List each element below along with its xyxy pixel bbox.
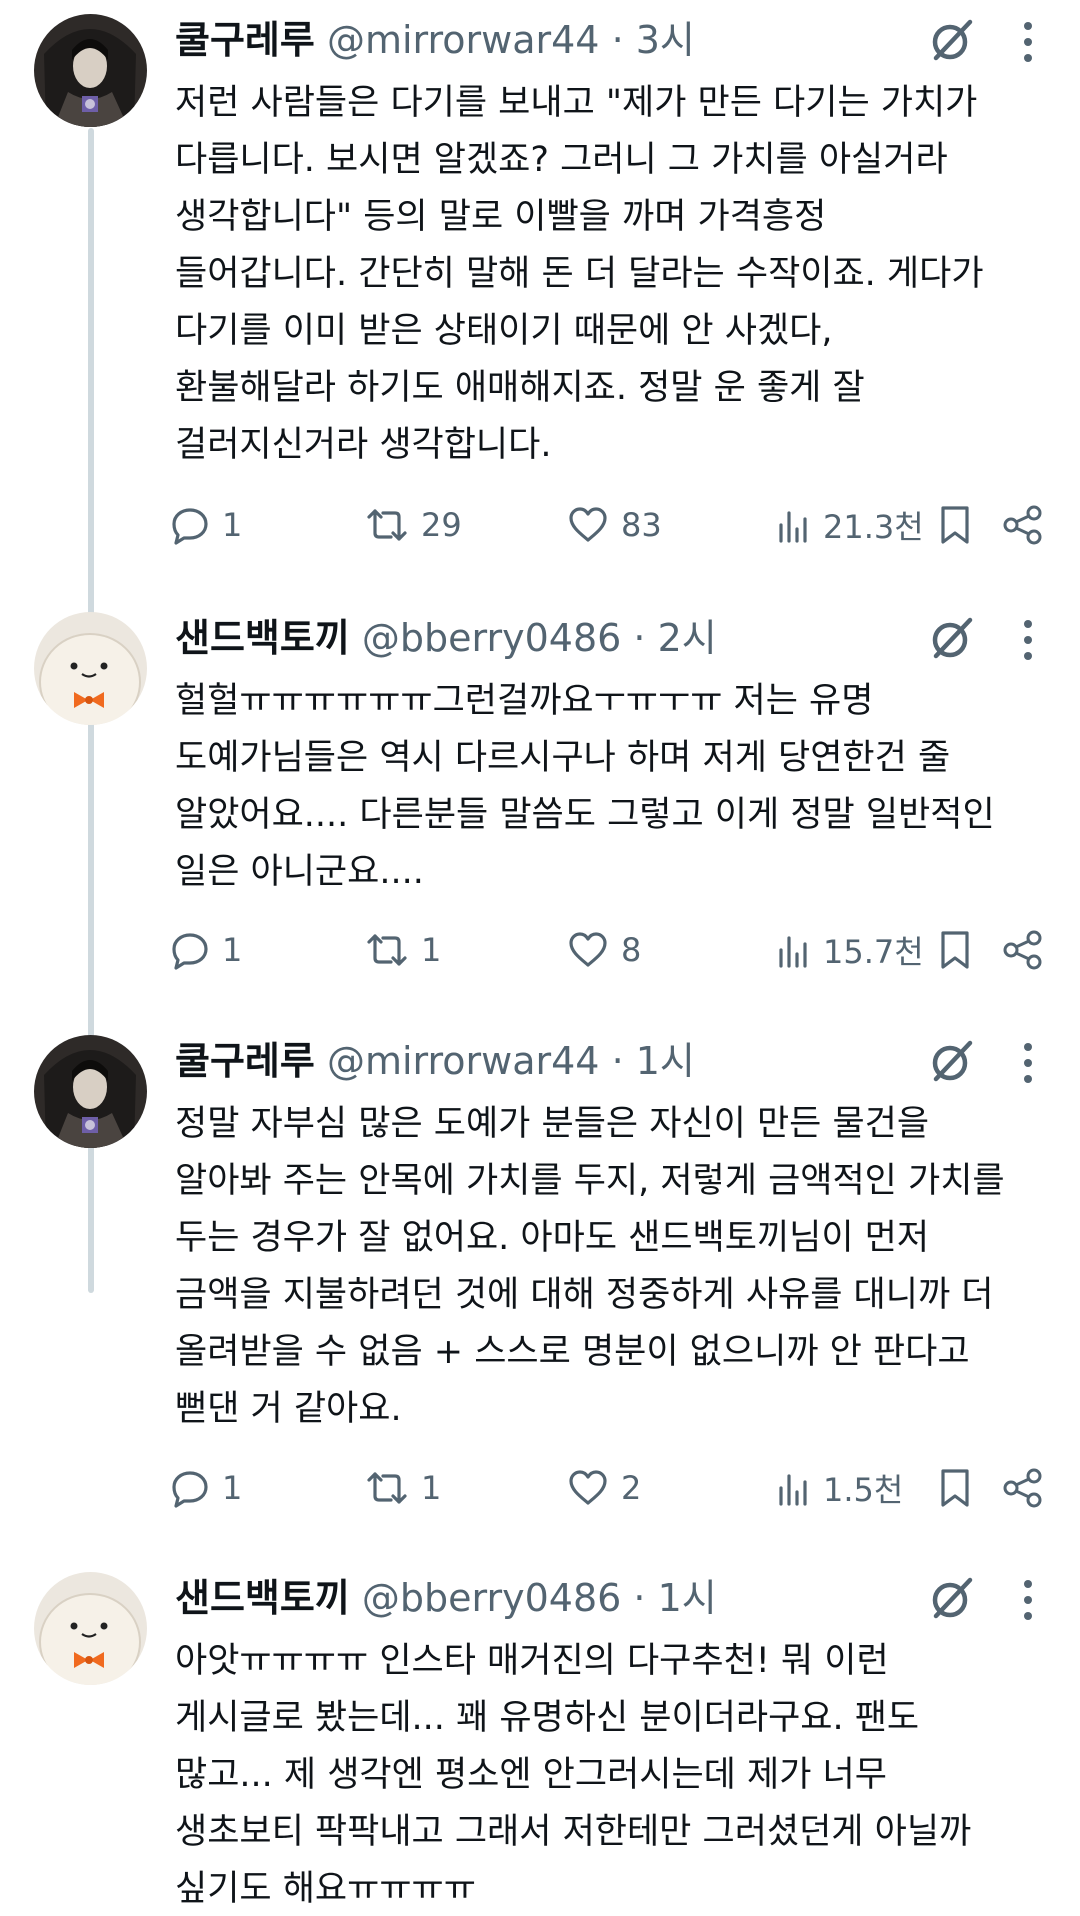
- more-vertical-icon[interactable]: [1020, 618, 1036, 662]
- tweet[interactable]: 샌드백토끼 @bberry0486 · 2시 헐헐ㅠㅠㅠㅠㅠㅠ그런걸까요ㅜㅠㅜㅠ…: [0, 598, 1080, 971]
- reply-button[interactable]: 1: [170, 500, 242, 550]
- grok-slash-icon[interactable]: [928, 1037, 976, 1085]
- tweet-text: 아앗ㅠㅠㅠㅠ 인스타 매거진의 다구추천! 뭐 이런 게시글로 봤는데... 꽤…: [175, 1641, 972, 1909]
- action-bar: 1 29 83 21.3천: [170, 500, 1050, 550]
- reply-icon: [172, 1471, 208, 1508]
- reply-button[interactable]: 1: [170, 925, 242, 975]
- user-handle[interactable]: @mirrorwar44: [327, 18, 600, 62]
- tweet-text: 헐헐ㅠㅠㅠㅠㅠㅠ그런걸까요ㅜㅠㅜㅠ 저는 유명 도예가님들은 역시 다르시구나 …: [175, 681, 995, 892]
- views-bar-chart-icon: [779, 1474, 807, 1506]
- tweet-header: 쿨구레루 @mirrorwar44 · 1시: [175, 1039, 695, 1083]
- timestamp[interactable]: 1시: [636, 1039, 695, 1083]
- views-button[interactable]: 15.7천: [777, 925, 924, 975]
- tweet-header: 샌드백토끼 @bberry0486 · 2시: [175, 616, 717, 660]
- like-count: 8: [621, 931, 642, 969]
- grok-slash-icon[interactable]: [928, 614, 976, 662]
- view-count: 21.3천: [823, 508, 924, 546]
- reply-thread: 쿨구레루 @mirrorwar44 · 3시 저런 사람들은 다기를 보내고 "…: [0, 0, 1080, 1916]
- user-handle[interactable]: @mirrorwar44: [327, 1039, 600, 1083]
- display-name[interactable]: 쿨구레루: [175, 1039, 315, 1083]
- timestamp[interactable]: 1시: [658, 1576, 717, 1620]
- tweet-text: 정말 자부심 많은 도예가 분들은 자신이 만든 물건을 알아봐 주는 안목에 …: [175, 1104, 1005, 1429]
- heart-icon: [569, 507, 607, 542]
- repost-button[interactable]: 29: [365, 500, 462, 550]
- share-icon: [1003, 930, 1042, 970]
- reply-icon: [172, 933, 208, 970]
- tweet[interactable]: 쿨구레루 @mirrorwar44 · 3시 저런 사람들은 다기를 보내고 "…: [0, 0, 1080, 546]
- views-button[interactable]: 21.3천: [777, 500, 924, 550]
- avatar[interactable]: [34, 14, 147, 127]
- user-handle[interactable]: @bberry0486: [362, 616, 621, 660]
- view-count: 15.7천: [823, 933, 924, 971]
- share-button[interactable]: [1002, 500, 1044, 550]
- tweet[interactable]: 쿨구레루 @mirrorwar44 · 1시 정말 자부심 많은 도예가 분들은…: [0, 1021, 1080, 1509]
- avatar[interactable]: [34, 612, 147, 725]
- share-icon: [1003, 505, 1042, 545]
- reply-icon: [172, 508, 208, 545]
- tweet-header: 샌드백토끼 @bberry0486 · 1시: [175, 1576, 717, 1620]
- action-bar: 1 1 2 1.5천: [170, 1463, 1050, 1513]
- share-button[interactable]: [1002, 925, 1044, 975]
- repost-count: 1: [421, 1469, 442, 1507]
- reply-button[interactable]: 1: [170, 1463, 242, 1513]
- repost-button[interactable]: 1: [365, 925, 441, 975]
- reply-count: 1: [222, 1469, 243, 1507]
- views-bar-chart-icon: [779, 511, 807, 543]
- separator-dot: ·: [633, 616, 646, 660]
- repost-button[interactable]: 1: [365, 1463, 441, 1513]
- bookmark-icon: [941, 1469, 969, 1507]
- bookmark-button[interactable]: [937, 1463, 973, 1513]
- repost-count: 29: [421, 506, 462, 544]
- heart-icon: [569, 932, 607, 967]
- action-bar: 1 1 8 15.7천: [170, 925, 1050, 975]
- separator-dot: ·: [611, 1039, 624, 1083]
- grok-slash-icon[interactable]: [928, 1574, 976, 1622]
- repost-icon: [367, 1472, 407, 1504]
- repost-icon: [367, 509, 407, 541]
- display-name[interactable]: 쿨구레루: [175, 18, 315, 62]
- like-count: 83: [621, 506, 662, 544]
- bookmark-button[interactable]: [937, 500, 973, 550]
- separator-dot: ·: [611, 18, 624, 62]
- like-button[interactable]: 8: [567, 925, 641, 975]
- more-vertical-icon[interactable]: [1020, 1578, 1036, 1622]
- avatar[interactable]: [34, 1572, 147, 1685]
- bookmark-button[interactable]: [937, 925, 973, 975]
- like-count: 2: [621, 1469, 642, 1507]
- bookmark-icon: [941, 931, 969, 969]
- view-count: 1.5천: [823, 1471, 904, 1509]
- tweet[interactable]: 샌드백토끼 @bberry0486 · 1시 아앗ㅠㅠㅠㅠ 인스타 매거진의 다…: [0, 1558, 1080, 1916]
- avatar[interactable]: [34, 1035, 147, 1148]
- bookmark-icon: [941, 506, 969, 544]
- share-button[interactable]: [1002, 1463, 1044, 1513]
- reply-count: 1: [222, 931, 243, 969]
- user-handle[interactable]: @bberry0486: [362, 1576, 621, 1620]
- tweet-header: 쿨구레루 @mirrorwar44 · 3시: [175, 18, 695, 62]
- views-bar-chart-icon: [779, 936, 807, 968]
- like-button[interactable]: 2: [567, 1463, 641, 1513]
- timestamp[interactable]: 2시: [658, 616, 717, 660]
- more-vertical-icon[interactable]: [1020, 20, 1036, 64]
- display-name[interactable]: 샌드백토끼: [175, 1576, 350, 1620]
- like-button[interactable]: 83: [567, 500, 662, 550]
- heart-icon: [569, 1470, 607, 1505]
- tweet-text: 저런 사람들은 다기를 보내고 "제가 만든 다기는 가치가 다릅니다. 보시면…: [175, 83, 984, 465]
- share-icon: [1003, 1468, 1042, 1508]
- grok-slash-icon[interactable]: [928, 16, 976, 64]
- reply-count: 1: [222, 506, 243, 544]
- views-button[interactable]: 1.5천: [777, 1463, 903, 1513]
- repost-count: 1: [421, 931, 442, 969]
- more-vertical-icon[interactable]: [1020, 1041, 1036, 1085]
- timestamp[interactable]: 3시: [636, 18, 695, 62]
- repost-icon: [367, 934, 407, 966]
- display-name[interactable]: 샌드백토끼: [175, 616, 350, 660]
- separator-dot: ·: [633, 1576, 646, 1620]
